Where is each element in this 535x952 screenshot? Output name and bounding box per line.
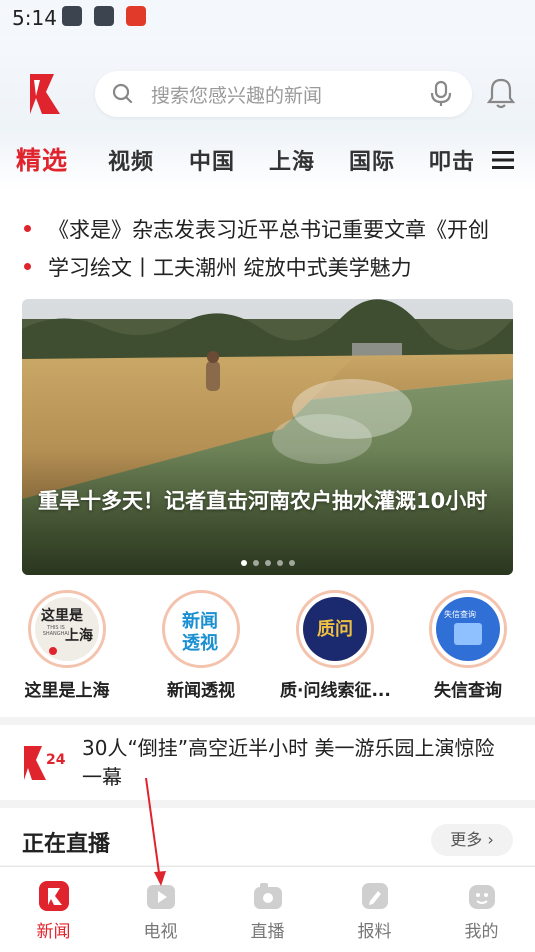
carousel-dot	[276, 560, 283, 566]
tab-international[interactable]: 国际	[349, 144, 395, 176]
bullet-dot	[24, 263, 31, 270]
bottom-nav: 新闻 电视 直播 报料 我的	[0, 866, 535, 952]
nav-label: 电视	[143, 922, 178, 942]
banner-title: 重旱十多天！记者直击河南农户抽水灌溉10小时	[38, 489, 488, 513]
search-icon	[112, 83, 133, 104]
menu-icon[interactable]	[492, 150, 514, 170]
headline-text: 《求是》杂志发表习近平总书记重要文章《开创	[48, 218, 489, 242]
nav-tv[interactable]: 电视	[107, 867, 214, 952]
headline-item[interactable]: 学习绘文丨工夫潮州 绽放中式美学魅力	[0, 250, 535, 284]
svg-text:24: 24	[46, 752, 66, 768]
credit-query-icon: 失信查询	[436, 597, 500, 661]
nav-label: 我的	[464, 922, 499, 942]
more-button[interactable]: 更多 ›	[431, 824, 513, 856]
tab-featured[interactable]: 精选	[16, 141, 68, 177]
nav-label: 新闻	[36, 922, 71, 942]
profile-icon	[468, 885, 495, 909]
shortcut-news-perspective[interactable]: 新闻 透视 新闻透视	[146, 590, 256, 701]
shortcut-label: 新闻透视	[167, 681, 235, 701]
nav-label: 直播	[250, 922, 285, 942]
status-bar: 5:14	[0, 0, 535, 36]
tab-china[interactable]: 中国	[189, 144, 235, 176]
carousel-dot	[252, 560, 259, 566]
nav-profile[interactable]: 我的	[428, 867, 535, 952]
headline-text: 学习绘文丨工夫潮州 绽放中式美学魅力	[48, 256, 412, 280]
notification-icon	[94, 6, 114, 26]
nav-report[interactable]: 报料	[321, 867, 428, 952]
shortcut-quality-inquiry[interactable]: 质问 质·问线索征...	[280, 590, 391, 701]
bullet-dot	[24, 225, 31, 232]
carousel-indicator	[22, 551, 513, 570]
tab-more-category[interactable]: 叩击	[429, 144, 473, 176]
shortcut-label: 质·问线索征...	[280, 681, 391, 701]
section-divider	[0, 800, 535, 808]
bell-icon[interactable]	[485, 76, 517, 110]
notification-icon	[62, 6, 82, 26]
shortcut-credit-query[interactable]: 失信查询 失信查询	[413, 590, 523, 701]
tv-play-icon	[146, 885, 175, 909]
microphone-icon[interactable]	[428, 80, 454, 108]
headline-item[interactable]: 《求是》杂志发表习近平总书记重要文章《开创	[0, 212, 535, 246]
report-icon	[361, 883, 388, 909]
carousel-dot	[288, 560, 295, 566]
category-tabs: 精选 视频 中国 上海 国际 叩击	[0, 140, 535, 186]
search-input[interactable]: 搜索您感兴趣的新闻	[151, 81, 322, 108]
tab-video[interactable]: 视频	[108, 144, 154, 176]
app-logo[interactable]	[22, 70, 62, 118]
news-perspective-icon: 新闻 透视	[169, 597, 233, 661]
news-icon	[38, 881, 69, 911]
carousel-dot	[264, 560, 271, 566]
live-camera-icon	[253, 883, 282, 909]
news-title: 30人“倒挂”高空近半小时 美一游乐园上演惊险一幕	[82, 736, 495, 789]
app-notification-icon	[126, 6, 146, 26]
nav-label: 报料	[357, 922, 392, 942]
tab-shanghai[interactable]: 上海	[269, 144, 315, 176]
banner-carousel[interactable]: 重旱十多天！记者直击河南农户抽水灌溉10小时	[22, 299, 513, 575]
shortcut-this-is-shanghai[interactable]: 这里是 THIS IS SHANGHAI 上海 这里是上海	[12, 590, 122, 701]
quality-inquiry-icon: 质问	[303, 597, 367, 661]
status-time: 5:14	[12, 6, 57, 30]
section-divider	[0, 717, 535, 725]
nav-news[interactable]: 新闻	[0, 867, 107, 952]
news-24-logo: 24	[24, 746, 66, 780]
search-box[interactable]: 搜索您感兴趣的新闻	[95, 71, 472, 117]
carousel-dot	[240, 560, 247, 566]
nav-live[interactable]: 直播	[214, 867, 321, 952]
shortcut-row: 这里是 THIS IS SHANGHAI 上海 这里是上海 新闻 透视 新闻透视…	[0, 590, 535, 710]
news-list-item[interactable]: 24 30人“倒挂”高空近半小时 美一游乐园上演惊险一幕	[0, 730, 535, 800]
shortcut-label: 失信查询	[434, 681, 502, 701]
banner-image	[22, 299, 513, 575]
this-is-shanghai-icon: 这里是 THIS IS SHANGHAI 上海	[35, 597, 99, 661]
live-section-title: 正在直播	[22, 832, 111, 857]
shortcut-label: 这里是上海	[24, 681, 110, 701]
